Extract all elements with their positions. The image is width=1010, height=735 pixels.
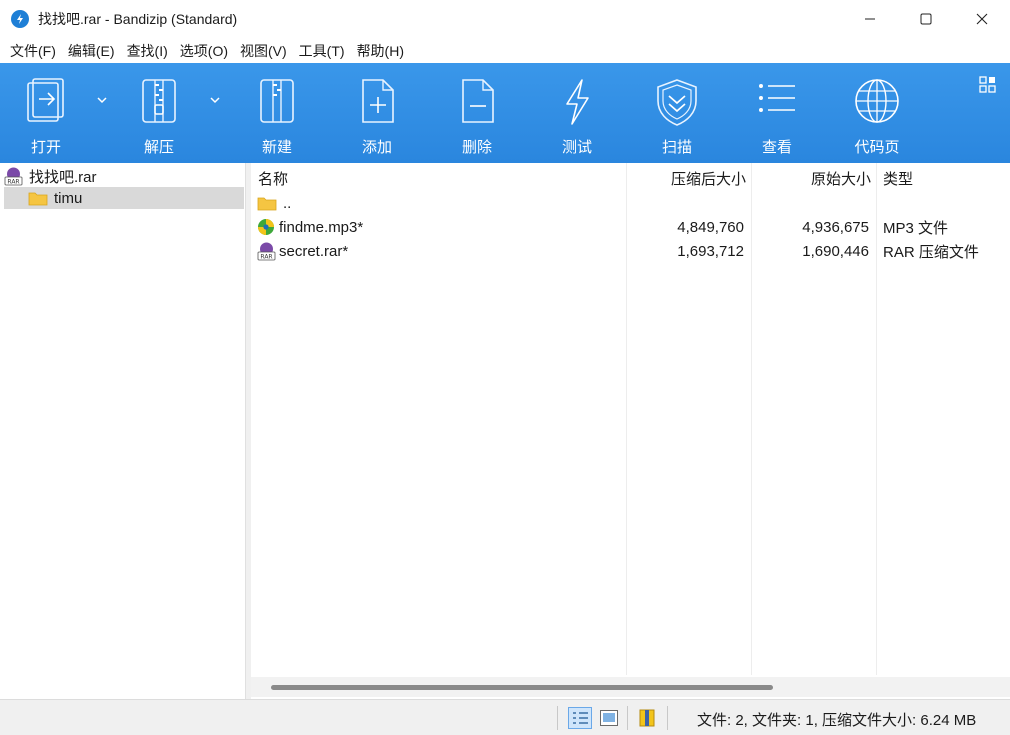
status-summary: 文件: 2, 文件夹: 1, 压缩文件大小: 6.24 MB xyxy=(697,712,977,729)
add-file-icon xyxy=(362,79,394,123)
delete-button[interactable]: 删除 xyxy=(432,63,522,163)
menu-tools[interactable]: 工具(T) xyxy=(293,41,351,61)
delete-label: 删除 xyxy=(461,139,492,156)
status-divider xyxy=(667,706,668,730)
scan-button[interactable]: 扫描 xyxy=(632,63,722,163)
lightning-icon xyxy=(566,79,589,125)
add-label: 添加 xyxy=(361,139,392,156)
minimize-button[interactable] xyxy=(842,0,898,38)
tree-item-timu-label: timu xyxy=(54,189,83,207)
shield-icon xyxy=(657,79,697,126)
file-type: RAR 压缩文件 xyxy=(883,243,979,261)
folder-tree: RAR 找找吧.rar timu xyxy=(0,163,245,699)
open-dropdown-chevron-icon[interactable] xyxy=(95,93,109,107)
file-list: 名称 压缩后大小 原始大小 类型 .. findme.mp3* 4,849,76… xyxy=(251,163,1010,699)
test-button[interactable]: 测试 xyxy=(532,63,622,163)
open-icon xyxy=(27,78,64,122)
file-name: secret.rar* xyxy=(279,242,349,260)
packed-size: 4,849,760 xyxy=(677,218,744,236)
horizontal-scrollbar[interactable] xyxy=(251,677,1010,697)
extract-icon xyxy=(142,79,176,123)
tree-item-archive[interactable]: RAR 找找吧.rar xyxy=(4,165,244,187)
toolbar: 打开 解压 新建 添加 删除 测试 扫描 查看 代码页 xyxy=(0,63,1010,163)
archive-info-icon[interactable] xyxy=(638,709,656,727)
list-view-icon xyxy=(759,84,795,112)
file-name: .. xyxy=(283,194,292,212)
original-size: 4,936,675 xyxy=(802,218,869,236)
list-item-parent[interactable]: .. xyxy=(251,191,1008,215)
scrollbar-thumb[interactable] xyxy=(271,685,773,690)
list-item-findme-mp3[interactable]: findme.mp3* 4,849,760 4,936,675 MP3 文件 xyxy=(251,215,1008,239)
status-bar: 文件: 2, 文件夹: 1, 压缩文件大小: 6.24 MB xyxy=(0,699,1010,735)
bandizip-app-icon xyxy=(11,10,29,28)
view-label: 查看 xyxy=(761,139,792,156)
menu-bar: 文件(F) 编辑(E) 查找(I) 选项(O) 视图(V) 工具(T) 帮助(H… xyxy=(0,38,1010,63)
open-button[interactable]: 打开 xyxy=(1,63,91,163)
window-title: 找找吧.rar - Bandizip (Standard) xyxy=(38,11,238,27)
open-label: 打开 xyxy=(30,139,61,156)
maximize-button[interactable] xyxy=(898,0,954,38)
new-archive-button[interactable]: 新建 xyxy=(232,63,322,163)
menu-file[interactable]: 文件(F) xyxy=(4,41,62,61)
codepage-button[interactable]: 代码页 xyxy=(832,63,922,163)
rar-archive-icon: RAR xyxy=(257,242,276,260)
extract-button[interactable]: 解压 xyxy=(114,63,204,163)
column-header-name[interactable]: 名称 xyxy=(258,163,288,194)
new-archive-icon xyxy=(260,79,294,123)
original-size: 1,690,446 xyxy=(802,242,869,260)
extract-label: 解压 xyxy=(143,139,174,156)
menu-find[interactable]: 查找(I) xyxy=(121,41,174,61)
column-header-packed-size[interactable]: 压缩后大小 xyxy=(627,163,746,194)
mp3-file-icon xyxy=(258,219,274,235)
view-button[interactable]: 查看 xyxy=(732,63,822,163)
file-type: MP3 文件 xyxy=(883,219,949,237)
rar-archive-icon: RAR xyxy=(4,167,23,185)
svg-text:RAR: RAR xyxy=(7,178,19,185)
codepage-label: 代码页 xyxy=(854,139,900,156)
file-name: findme.mp3* xyxy=(279,218,364,236)
test-label: 测试 xyxy=(561,139,592,156)
delete-file-icon xyxy=(462,79,494,123)
add-button[interactable]: 添加 xyxy=(332,63,422,163)
thumbnail-view-icon[interactable] xyxy=(600,710,618,726)
folder-icon xyxy=(257,197,277,211)
packed-size: 1,693,712 xyxy=(677,242,744,260)
scan-label: 扫描 xyxy=(661,139,692,156)
svg-text:RAR: RAR xyxy=(260,253,272,260)
new-archive-label: 新建 xyxy=(261,139,292,156)
menu-help[interactable]: 帮助(H) xyxy=(351,41,410,61)
tree-item-timu[interactable]: timu xyxy=(4,187,244,209)
status-divider xyxy=(627,706,628,730)
column-header-original-size[interactable]: 原始大小 xyxy=(752,163,871,194)
extract-dropdown-chevron-icon[interactable] xyxy=(208,93,222,107)
layout-grid-icon[interactable] xyxy=(979,76,997,94)
title-bar: 找找吧.rar - Bandizip (Standard) xyxy=(0,0,1010,38)
status-divider xyxy=(557,706,558,730)
menu-view[interactable]: 视图(V) xyxy=(234,41,293,61)
column-header-type[interactable]: 类型 xyxy=(883,163,913,194)
tree-item-archive-label: 找找吧.rar xyxy=(29,168,97,186)
list-item-secret-rar[interactable]: RAR secret.rar* 1,693,712 1,690,446 RAR … xyxy=(251,239,1008,263)
menu-edit[interactable]: 编辑(E) xyxy=(62,41,121,61)
folder-icon xyxy=(28,192,48,206)
close-button[interactable] xyxy=(954,0,1010,38)
globe-icon xyxy=(855,79,899,123)
details-view-icon[interactable] xyxy=(568,707,592,729)
menu-options[interactable]: 选项(O) xyxy=(174,41,234,61)
